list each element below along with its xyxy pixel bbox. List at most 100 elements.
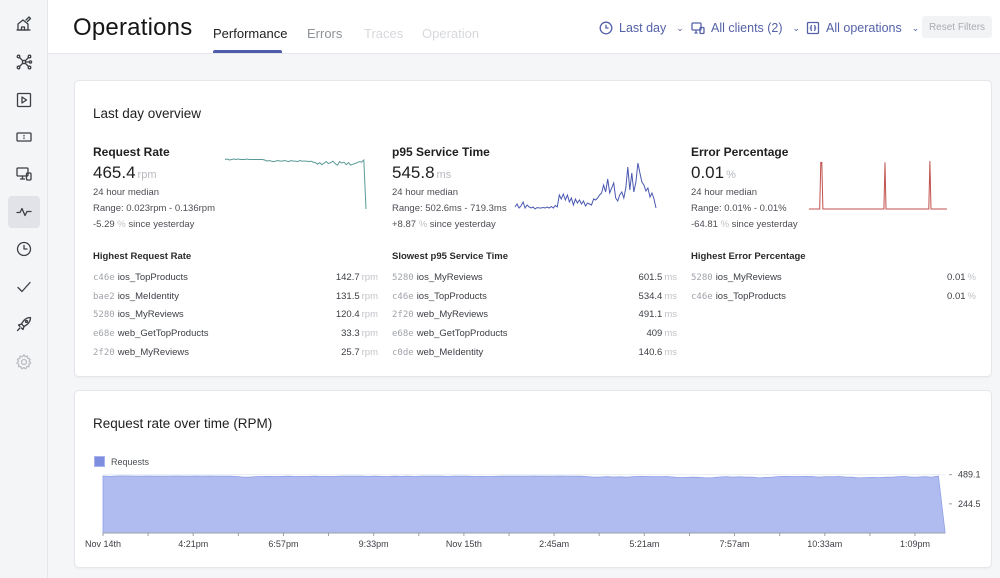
metric-number: 0.01: [691, 163, 725, 182]
value-unit: ms: [664, 328, 677, 340]
tab-errors[interactable]: Errors: [307, 26, 342, 41]
tab-traces[interactable]: Traces: [364, 26, 403, 41]
gear-icon: [16, 354, 32, 370]
list-item[interactable]: c46e ios_TopProducts 0.01%: [691, 287, 976, 306]
operation-hash: c46e: [93, 272, 115, 283]
time-range-label: Last day: [619, 21, 667, 35]
value-number: 0.01: [947, 290, 966, 302]
value-number: 491.1: [638, 309, 663, 321]
checkmark-icon: [17, 281, 31, 293]
operations-filter[interactable]: All operations ⌄: [806, 19, 919, 37]
tab-performance[interactable]: Performance: [213, 26, 287, 41]
sidebar-item-operations[interactable]: [8, 196, 40, 228]
tab-operation[interactable]: Operation: [422, 26, 479, 41]
metric-change: +8.87 % since yesterday: [392, 219, 682, 231]
value-unit: ms: [664, 309, 677, 321]
error-percentage-sparkline: [809, 160, 947, 210]
terminal-box-icon: [16, 132, 32, 142]
x-tick-label: 5:21am: [629, 539, 659, 549]
list-item[interactable]: 2f20 web_MyReviews 25.7 rpm: [93, 343, 378, 362]
page-title: Operations: [73, 14, 193, 41]
x-tick-label: 2:45am: [539, 539, 569, 549]
x-tick-label: 9:33pm: [359, 539, 389, 549]
change-value: +8.87: [392, 219, 417, 230]
value-number: 534.4: [638, 290, 663, 302]
sidebar-item-launches[interactable]: [8, 308, 40, 340]
operation-hash: c46e: [691, 291, 713, 302]
sidebar-item-graph[interactable]: [8, 46, 40, 78]
value-number: 25.7: [341, 347, 360, 359]
sidebar-item-home[interactable]: [8, 8, 40, 40]
value-number: 33.3: [341, 328, 360, 340]
clock-icon: [16, 241, 32, 257]
sidebar-item-explorer[interactable]: [8, 84, 40, 116]
operation-label: c46e ios_TopProducts: [392, 291, 487, 302]
operation-value: 0.01%: [947, 272, 976, 283]
operation-hash: e68e: [93, 329, 115, 340]
change-unit: %: [117, 219, 126, 230]
list-item[interactable]: bae2 ios_MeIdentity 131.5 rpm: [93, 287, 378, 306]
list-item[interactable]: 5280 ios_MyReviews 120.4 rpm: [93, 306, 378, 325]
change-suffix: since yesterday: [429, 219, 496, 230]
list-item[interactable]: e68e web_GetTopProducts 33.3 rpm: [93, 324, 378, 343]
operation-label: 5280 ios_MyReviews: [93, 309, 184, 320]
list-item[interactable]: c46e ios_TopProducts 534.4 ms: [392, 287, 677, 306]
operation-name: ios_TopProducts: [416, 290, 487, 302]
value-number: 131.5: [335, 290, 360, 302]
operation-hash: 2f20: [93, 348, 115, 359]
chevron-down-icon: ⌄: [911, 22, 920, 33]
page-scrollbar[interactable]: [992, 54, 1000, 578]
list-item[interactable]: 5280 ios_MyReviews 601.5 ms: [392, 268, 677, 287]
pulse-icon: [16, 207, 32, 217]
operation-value: 140.6 ms: [639, 347, 677, 358]
value-number: 142.7: [335, 271, 360, 283]
list-title: Slowest p95 Service Time: [392, 251, 508, 262]
change-value: -64.81: [691, 219, 718, 230]
list-item[interactable]: c46e ios_TopProducts 142.7 rpm: [93, 268, 378, 287]
time-range-filter[interactable]: Last day ⌄: [599, 19, 684, 37]
network-graph-icon: [16, 54, 33, 70]
requests-area-series: [102, 475, 946, 534]
observatory-icon: [16, 16, 32, 31]
request-rate-area-chart: Nov 14th 4:21pm 6:57pm 9:33pm Nov 15th 2:45am…: [85, 470, 981, 549]
y-tick-label: 489.1: [958, 470, 981, 480]
operation-name: web_MeIdentity: [416, 347, 484, 359]
sidebar-item-settings[interactable]: [8, 346, 40, 378]
y-tick-label: 244.5: [958, 499, 981, 509]
list-item[interactable]: e68e web_GetTopProducts 409 ms: [392, 324, 677, 343]
change-unit: %: [418, 219, 428, 230]
operation-label: 5280 ios_MyReviews: [691, 272, 782, 283]
clients-filter[interactable]: All clients (2) ⌄: [691, 19, 800, 37]
operation-value: 491.1 ms: [639, 309, 677, 320]
list-item[interactable]: 5280 ios_MyReviews 0.01%: [691, 268, 976, 287]
operation-value: 0.01%: [947, 291, 976, 302]
list-item[interactable]: c0de web_MeIdentity 140.6 ms: [392, 343, 677, 362]
operation-hash: c0de: [392, 348, 414, 359]
operation-label: c46e ios_TopProducts: [691, 291, 786, 302]
devices-icon: [691, 22, 705, 35]
operation-hash: bae2: [93, 291, 115, 302]
operation-hash: e68e: [392, 329, 414, 340]
sidebar-item-history[interactable]: [8, 233, 40, 265]
change-suffix: since yesterday: [128, 219, 195, 230]
operation-hash: 5280: [93, 310, 115, 321]
sidebar-item-clients[interactable]: [8, 158, 40, 190]
p95-sparkline-line: [514, 162, 657, 210]
p95-service-time-sparkline: [514, 162, 657, 210]
overview-title: Last day overview: [93, 106, 202, 121]
devices-icon: [16, 167, 32, 181]
request-rate-sparkline-line: [224, 158, 367, 210]
operation-label: e68e web_GetTopProducts: [93, 328, 209, 339]
x-tick-label: 6:57pm: [268, 539, 298, 549]
list-item[interactable]: 2f20 web_MyReviews 491.1 ms: [392, 306, 677, 325]
value-unit: rpm: [361, 290, 378, 302]
value-unit: %: [967, 271, 976, 283]
request-rate-sparkline: [224, 158, 367, 210]
sidebar-item-schema[interactable]: [8, 121, 40, 153]
braces-box-icon: [806, 21, 820, 35]
operation-name: ios_TopProducts: [715, 290, 786, 302]
value-unit: ms: [664, 290, 677, 302]
operation-label: c46e ios_TopProducts: [93, 272, 188, 283]
sidebar-item-checks[interactable]: [8, 271, 40, 303]
reset-filters-button[interactable]: Reset Filters: [922, 16, 992, 38]
